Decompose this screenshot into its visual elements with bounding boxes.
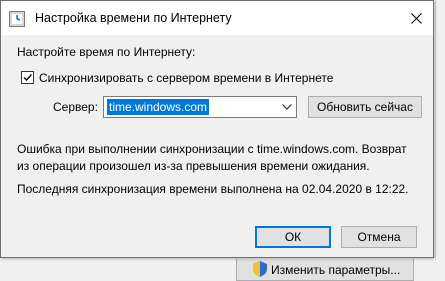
cancel-button[interactable]: Отмена — [341, 226, 417, 248]
server-combobox[interactable]: time.windows.com — [103, 96, 297, 118]
error-message: Ошибка при выполнении синхронизации с ti… — [17, 142, 407, 173]
checkmark-icon — [23, 74, 33, 82]
sync-checkbox[interactable] — [21, 71, 34, 84]
close-button[interactable] — [399, 1, 433, 35]
clock-app-icon — [9, 11, 25, 27]
server-label: Сервер: — [53, 100, 98, 114]
ok-button[interactable]: ОК — [255, 226, 331, 248]
background-window-edge — [435, 0, 445, 281]
update-now-button[interactable]: Обновить сейчас — [308, 96, 422, 118]
chevron-down-icon[interactable] — [282, 104, 292, 110]
window-title: Настройка времени по Интернету — [35, 11, 232, 25]
sync-checkbox-label[interactable]: Синхронизировать с сервером времени в Ин… — [39, 71, 333, 85]
uac-shield-icon — [253, 261, 267, 277]
change-settings-label: Изменить параметры... — [271, 262, 401, 277]
server-value[interactable]: time.windows.com — [107, 99, 210, 115]
close-icon — [410, 12, 422, 24]
internet-time-dialog: Настройка времени по Интернету Настройте… — [0, 0, 434, 258]
last-sync-status: Последняя синхронизация времени выполнен… — [17, 182, 409, 196]
dialog-heading: Настройте время по Интернету: — [17, 45, 196, 59]
title-bar: Настройка времени по Интернету — [1, 1, 433, 35]
